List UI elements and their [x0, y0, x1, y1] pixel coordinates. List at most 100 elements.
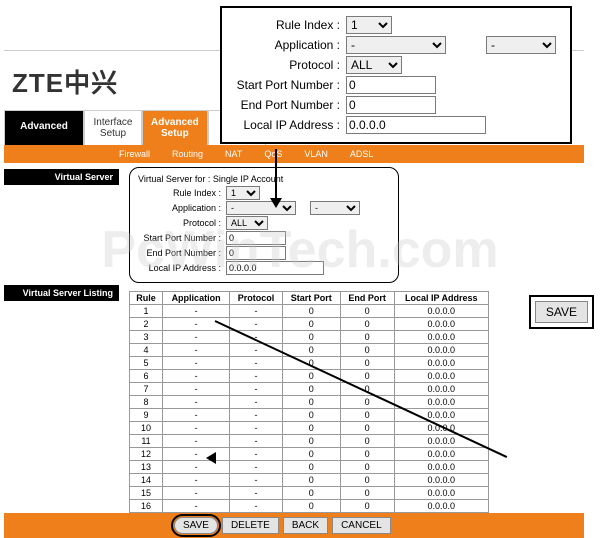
table-cell: 3: [130, 331, 163, 344]
start-port-label: Start Port Number :: [226, 78, 346, 92]
table-cell: 0: [340, 305, 394, 318]
table-cell: 1: [130, 305, 163, 318]
table-cell: 15: [130, 487, 163, 500]
tab-advanced[interactable]: Advanced: [4, 110, 84, 145]
table-cell: 0.0.0.0: [394, 474, 488, 487]
f-end-port-input[interactable]: [226, 246, 286, 260]
table-row[interactable]: 12--000.0.0.0: [130, 448, 489, 461]
table-cell: 4: [130, 344, 163, 357]
table-cell: 0: [282, 357, 340, 370]
back-button[interactable]: BACK: [283, 517, 328, 534]
table-row[interactable]: 8--000.0.0.0: [130, 396, 489, 409]
table-cell: 0.0.0.0: [394, 357, 488, 370]
table-cell: -: [230, 448, 283, 461]
table-cell: 0: [282, 474, 340, 487]
tab-advanced-setup[interactable]: Advanced Setup: [142, 110, 208, 145]
table-cell: -: [163, 344, 230, 357]
table-row[interactable]: 6--000.0.0.0: [130, 370, 489, 383]
end-port-label: End Port Number :: [226, 98, 346, 112]
table-cell: 0.0.0.0: [394, 383, 488, 396]
application-label: Application :: [226, 38, 346, 52]
footer-bar: SAVE DELETE BACK CANCEL: [4, 513, 584, 538]
table-cell: -: [163, 500, 230, 513]
arrow-callout-to-form: [275, 149, 277, 201]
cancel-button[interactable]: CANCEL: [332, 517, 391, 534]
rule-index-select[interactable]: 1: [346, 16, 392, 34]
subnav-qos[interactable]: QoS: [264, 149, 282, 159]
table-cell: 8: [130, 396, 163, 409]
table-cell: 2: [130, 318, 163, 331]
f-application-label: Application :: [134, 203, 226, 213]
subnav-adsl[interactable]: ADSL: [350, 149, 374, 159]
table-row[interactable]: 1--000.0.0.0: [130, 305, 489, 318]
table-row[interactable]: 11--000.0.0.0: [130, 435, 489, 448]
table-cell: 7: [130, 383, 163, 396]
table-header: End Port: [340, 292, 394, 305]
application-select-2[interactable]: -: [486, 36, 556, 54]
save-button-callout-btn[interactable]: SAVE: [535, 301, 588, 323]
application-select[interactable]: -: [346, 36, 446, 54]
table-cell: 0: [282, 305, 340, 318]
table-cell: -: [230, 409, 283, 422]
f-protocol-select[interactable]: ALL: [226, 216, 268, 230]
table-cell: -: [230, 370, 283, 383]
table-header: Application: [163, 292, 230, 305]
main-content: Virtual Server for : Single IP Account R…: [119, 163, 584, 513]
table-row[interactable]: 7--000.0.0.0: [130, 383, 489, 396]
table-cell: -: [163, 448, 230, 461]
f-local-ip-input[interactable]: [226, 261, 324, 275]
table-cell: -: [163, 331, 230, 344]
table-cell: 0: [282, 318, 340, 331]
table-cell: -: [230, 383, 283, 396]
table-cell: 0: [340, 435, 394, 448]
table-row[interactable]: 14--000.0.0.0: [130, 474, 489, 487]
f-rule-index-select[interactable]: 1: [226, 186, 260, 200]
table-row[interactable]: 2--000.0.0.0: [130, 318, 489, 331]
table-cell: 0: [282, 500, 340, 513]
table-cell: -: [163, 409, 230, 422]
virtual-server-table: RuleApplicationProtocolStart PortEnd Por…: [129, 291, 489, 513]
table-cell: 11: [130, 435, 163, 448]
f-application-select-2[interactable]: -: [310, 201, 360, 215]
subnav-vlan[interactable]: VLAN: [304, 149, 328, 159]
subnav-firewall[interactable]: Firewall: [119, 149, 150, 159]
start-port-input[interactable]: [346, 76, 436, 94]
table-cell: -: [163, 435, 230, 448]
table-header: Local IP Address: [394, 292, 488, 305]
table-row[interactable]: 15--000.0.0.0: [130, 487, 489, 500]
table-cell: 0.0.0.0: [394, 331, 488, 344]
table-cell: -: [230, 396, 283, 409]
f-application-select[interactable]: -: [226, 201, 296, 215]
table-row[interactable]: 9--000.0.0.0: [130, 409, 489, 422]
delete-button[interactable]: DELETE: [222, 517, 279, 534]
table-row[interactable]: 13--000.0.0.0: [130, 461, 489, 474]
table-cell: 0.0.0.0: [394, 448, 488, 461]
save-button[interactable]: SAVE: [174, 517, 218, 534]
table-cell: 0.0.0.0: [394, 318, 488, 331]
table-cell: -: [230, 305, 283, 318]
sub-nav: Firewall Routing NAT QoS VLAN ADSL: [4, 145, 584, 163]
table-cell: -: [163, 422, 230, 435]
table-header: Protocol: [230, 292, 283, 305]
table-row[interactable]: 16--000.0.0.0: [130, 500, 489, 513]
protocol-select[interactable]: ALL: [346, 56, 402, 74]
table-cell: 0: [282, 435, 340, 448]
local-ip-input[interactable]: [346, 116, 486, 134]
table-cell: 0: [340, 448, 394, 461]
protocol-label: Protocol :: [226, 58, 346, 72]
virtual-server-form: Virtual Server for : Single IP Account R…: [129, 167, 399, 283]
table-cell: 0.0.0.0: [394, 461, 488, 474]
subnav-routing[interactable]: Routing: [172, 149, 203, 159]
tab-interface-setup[interactable]: Interface Setup: [84, 110, 142, 145]
end-port-input[interactable]: [346, 96, 436, 114]
table-cell: -: [230, 318, 283, 331]
table-cell: -: [163, 305, 230, 318]
table-row[interactable]: 4--000.0.0.0: [130, 344, 489, 357]
sidebar: Virtual Server Virtual Server Listing: [4, 163, 119, 513]
subnav-nat[interactable]: NAT: [225, 149, 242, 159]
sidebar-virtual-server: Virtual Server: [4, 169, 119, 185]
f-local-ip-label: Local IP Address :: [134, 263, 226, 273]
f-start-port-input[interactable]: [226, 231, 286, 245]
table-header: Rule: [130, 292, 163, 305]
table-row[interactable]: 3--000.0.0.0: [130, 331, 489, 344]
